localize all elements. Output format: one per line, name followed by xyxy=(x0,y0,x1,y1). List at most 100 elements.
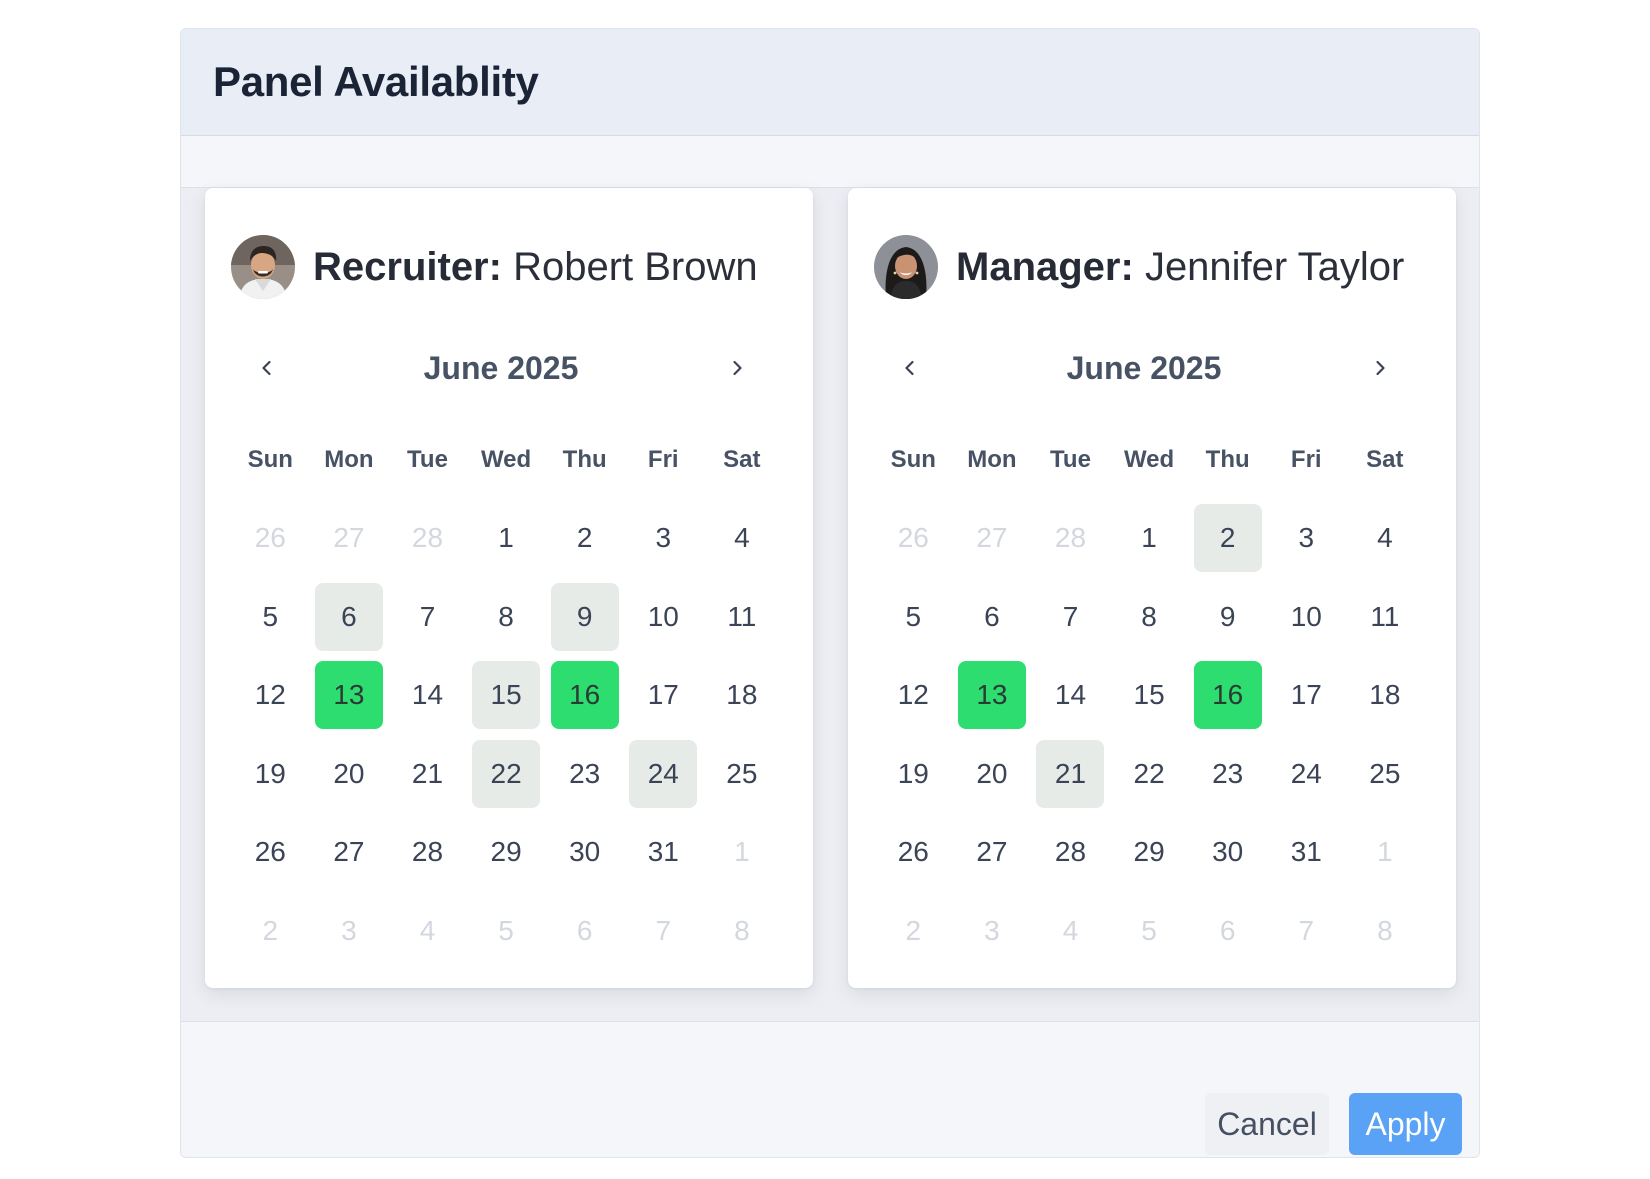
card-header: Recruiter: Robert Brown xyxy=(231,234,758,300)
day-button[interactable]: 5 xyxy=(879,583,947,651)
day-button[interactable]: 20 xyxy=(958,740,1026,808)
day-button[interactable]: 8 xyxy=(1115,583,1183,651)
day-cell: 19 xyxy=(231,735,310,814)
day-button-available[interactable]: 13 xyxy=(314,661,383,730)
day-button[interactable]: 8 xyxy=(472,583,540,651)
day-button[interactable]: 17 xyxy=(1272,661,1340,729)
day-button[interactable]: 25 xyxy=(1351,740,1419,808)
day-button-available[interactable]: 16 xyxy=(1193,661,1262,730)
day-button-partial[interactable]: 6 xyxy=(314,582,383,651)
weekday-label: Sat xyxy=(1366,446,1404,473)
day-button[interactable]: 24 xyxy=(1272,740,1340,808)
day-button[interactable]: 7 xyxy=(1036,583,1104,651)
day-button[interactable]: 21 xyxy=(393,740,461,808)
day-button-muted[interactable]: 26 xyxy=(236,504,304,572)
day-button-muted[interactable]: 1 xyxy=(708,818,776,886)
day-button-muted[interactable]: 8 xyxy=(708,897,776,965)
day-button-muted[interactable]: 27 xyxy=(958,504,1026,572)
day-button-muted[interactable]: 7 xyxy=(629,897,697,965)
day-cell: 31 xyxy=(624,813,703,892)
day-button[interactable]: 30 xyxy=(551,818,619,886)
day-button[interactable]: 5 xyxy=(236,583,304,651)
day-button[interactable]: 28 xyxy=(393,818,461,886)
day-button[interactable]: 3 xyxy=(629,504,697,572)
day-button[interactable]: 19 xyxy=(879,740,947,808)
day-button[interactable]: 31 xyxy=(1272,818,1340,886)
day-button[interactable]: 27 xyxy=(315,818,383,886)
day-button-muted[interactable]: 6 xyxy=(551,897,619,965)
day-button-muted[interactable]: 26 xyxy=(879,504,947,572)
apply-button[interactable]: Apply xyxy=(1349,1093,1462,1155)
day-button-muted[interactable]: 28 xyxy=(1036,504,1104,572)
day-button[interactable]: 18 xyxy=(1351,661,1419,729)
day-cell: 26 xyxy=(231,813,310,892)
day-button-muted[interactable]: 27 xyxy=(315,504,383,572)
day-button-muted[interactable]: 5 xyxy=(1115,897,1183,965)
day-button[interactable]: 6 xyxy=(958,583,1026,651)
day-button-partial[interactable]: 24 xyxy=(629,739,698,808)
day-button[interactable]: 27 xyxy=(958,818,1026,886)
day-button[interactable]: 12 xyxy=(879,661,947,729)
day-button[interactable]: 23 xyxy=(551,740,619,808)
day-button-muted[interactable]: 4 xyxy=(393,897,461,965)
day-button[interactable]: 19 xyxy=(236,740,304,808)
day-button-muted[interactable]: 2 xyxy=(879,897,947,965)
day-button[interactable]: 2 xyxy=(551,504,619,572)
day-button[interactable]: 30 xyxy=(1194,818,1262,886)
day-cell: 28 xyxy=(388,813,467,892)
day-button[interactable]: 14 xyxy=(393,661,461,729)
next-month-button[interactable] xyxy=(717,348,757,388)
day-button-muted[interactable]: 2 xyxy=(236,897,304,965)
day-grid: 26 27 28 1 2 3 4 5 6 7 8 9 10 11 12 13 14 15 16 17 18 19 20 21 2… xyxy=(231,499,781,970)
day-button-muted[interactable]: 6 xyxy=(1194,897,1262,965)
day-button[interactable]: 23 xyxy=(1194,740,1262,808)
day-button[interactable]: 4 xyxy=(1351,504,1419,572)
day-button-muted[interactable]: 7 xyxy=(1272,897,1340,965)
day-button-available[interactable]: 16 xyxy=(550,661,619,730)
day-button[interactable]: 11 xyxy=(1351,583,1419,651)
day-button[interactable]: 26 xyxy=(879,818,947,886)
day-button[interactable]: 14 xyxy=(1036,661,1104,729)
day-button-muted[interactable]: 5 xyxy=(472,897,540,965)
day-button[interactable]: 9 xyxy=(1194,583,1262,651)
day-button[interactable]: 12 xyxy=(236,661,304,729)
day-button[interactable]: 11 xyxy=(708,583,776,651)
day-cell: 3 xyxy=(953,892,1032,971)
day-button-partial[interactable]: 9 xyxy=(550,582,619,651)
day-button-partial[interactable]: 22 xyxy=(472,739,541,808)
day-button-partial[interactable]: 21 xyxy=(1036,739,1105,808)
day-button-muted[interactable]: 4 xyxy=(1036,897,1104,965)
day-button[interactable]: 7 xyxy=(393,583,461,651)
day-button[interactable]: 18 xyxy=(708,661,776,729)
day-button[interactable]: 1 xyxy=(472,504,540,572)
day-button[interactable]: 20 xyxy=(315,740,383,808)
day-button-muted[interactable]: 3 xyxy=(315,897,383,965)
day-button-muted[interactable]: 1 xyxy=(1351,818,1419,886)
day-button[interactable]: 1 xyxy=(1115,504,1183,572)
next-month-button[interactable] xyxy=(1360,348,1400,388)
day-button-partial[interactable]: 15 xyxy=(472,661,541,730)
recruiter-calendar-card: Recruiter: Robert Brown June 2025 Sun Mo… xyxy=(205,188,813,988)
day-button-partial[interactable]: 2 xyxy=(1193,504,1262,573)
day-button[interactable]: 29 xyxy=(472,818,540,886)
day-button-muted[interactable]: 3 xyxy=(958,897,1026,965)
day-button[interactable]: 25 xyxy=(708,740,776,808)
day-button[interactable]: 4 xyxy=(708,504,776,572)
day-button-available[interactable]: 13 xyxy=(957,661,1026,730)
day-button[interactable]: 17 xyxy=(629,661,697,729)
day-button[interactable]: 10 xyxy=(629,583,697,651)
weekday-label: Wed xyxy=(1123,446,1175,473)
day-button[interactable]: 10 xyxy=(1272,583,1340,651)
day-button-muted[interactable]: 8 xyxy=(1351,897,1419,965)
day-button[interactable]: 26 xyxy=(236,818,304,886)
cancel-button[interactable]: Cancel xyxy=(1205,1093,1329,1155)
day-button[interactable]: 15 xyxy=(1115,661,1183,729)
day-button[interactable]: 31 xyxy=(629,818,697,886)
day-button[interactable]: 22 xyxy=(1115,740,1183,808)
day-button-muted[interactable]: 28 xyxy=(393,504,461,572)
panel-availability-dialog: Panel Availablity Recruiter: Robert Brow… xyxy=(180,28,1480,1158)
day-button[interactable]: 29 xyxy=(1115,818,1183,886)
day-button[interactable]: 28 xyxy=(1036,818,1104,886)
day-cell: 3 xyxy=(310,892,389,971)
day-button[interactable]: 3 xyxy=(1272,504,1340,572)
